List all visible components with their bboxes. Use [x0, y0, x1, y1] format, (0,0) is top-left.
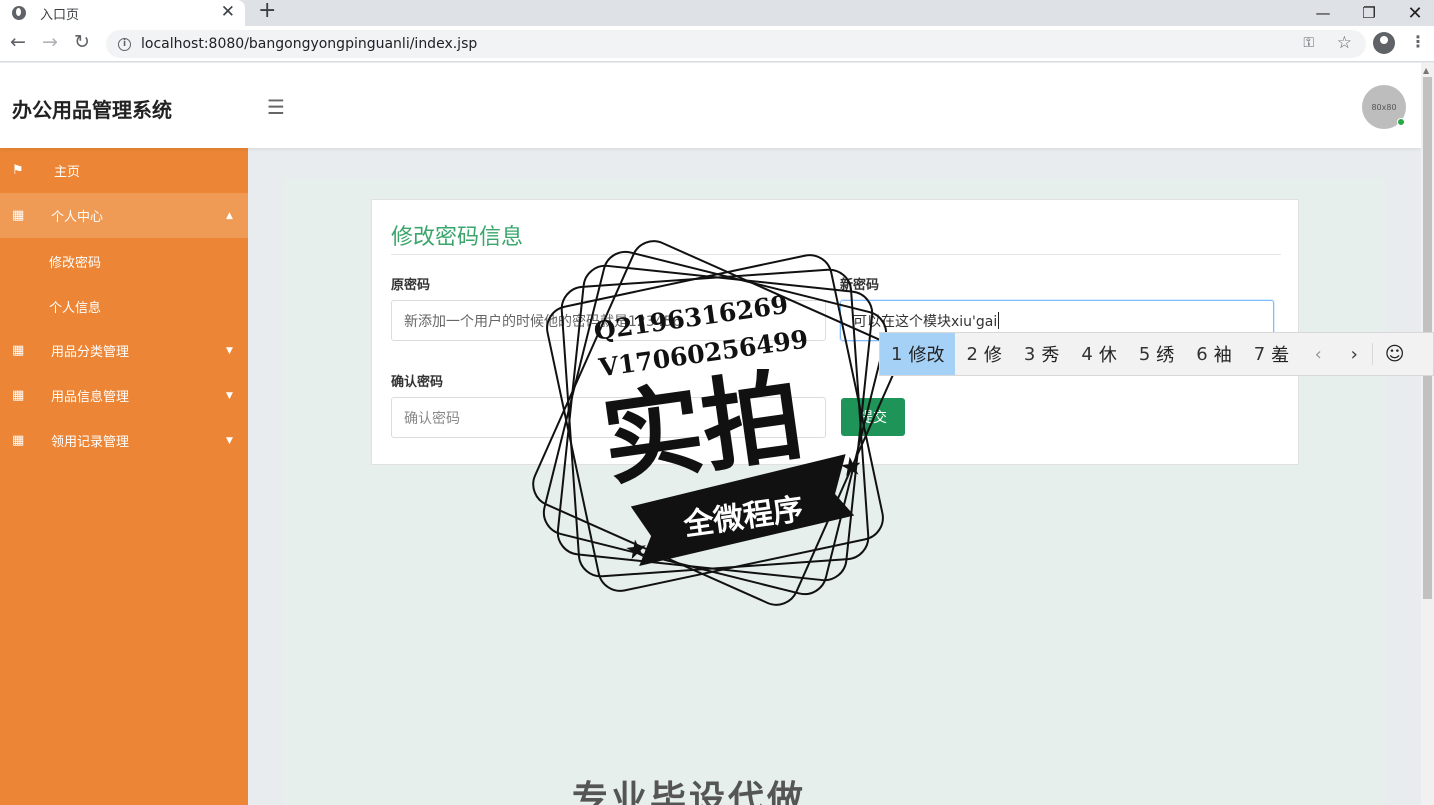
globe-icon — [12, 6, 26, 20]
address-bar: ← → ↻ i localhost:8080/bangongyongpingua… — [0, 26, 1434, 62]
old-password-input[interactable]: 新添加一个用户的时候他的密码就是123456 — [391, 300, 826, 341]
bookmark-star-icon[interactable]: ☆ — [1337, 33, 1352, 53]
ime-candidate[interactable]: 4休 — [1070, 333, 1127, 375]
divider — [391, 254, 1281, 255]
submit-button[interactable]: 提交 — [841, 398, 905, 436]
top-navbar: 办公用品管理系统 ☰ 80x80 — [0, 63, 1421, 148]
ime-candidate-bar: 1 修改 2修 3秀 4休 5绣 6袖 7羞 ‹ › ☺ — [879, 332, 1434, 376]
back-icon[interactable]: ← — [10, 31, 26, 53]
ime-candidate-number: 4 — [1081, 343, 1093, 365]
ime-candidate-number: 2 — [966, 343, 978, 365]
info-icon[interactable]: i — [118, 37, 131, 51]
ime-candidate-text: 羞 — [1271, 345, 1290, 366]
chevron-up-icon: ▲ — [226, 210, 233, 221]
sidebar-item-label: 用品分类管理 — [51, 345, 130, 360]
url-input[interactable]: i localhost:8080/bangongyongpinguanli/in… — [106, 30, 1366, 58]
ime-candidate-text: 秀 — [1041, 345, 1060, 366]
ime-candidate[interactable]: 7羞 — [1243, 333, 1300, 375]
confirm-password-label: 确认密码 — [391, 375, 444, 390]
browser-menu-icon[interactable]: ⋮ — [1410, 32, 1426, 51]
sidebar-subitem-personal-info[interactable]: 个人信息 — [49, 297, 101, 316]
page: 办公用品管理系统 ☰ 80x80 ⚑ 主页 ▦ 个人中心 ▲ 修改密码 个人信息… — [0, 63, 1421, 805]
tab-title: 入口页 — [40, 7, 80, 23]
close-window-icon[interactable]: ✕ — [1392, 0, 1434, 26]
confirm-password-input[interactable]: 确认密码 — [391, 397, 826, 438]
ime-candidate-number: 3 — [1023, 343, 1036, 365]
hamburger-menu-icon[interactable]: ☰ — [267, 95, 285, 119]
text-caret — [998, 312, 1000, 329]
sidebar-item-label: 主页 — [54, 165, 81, 180]
sidebar: ⚑ 主页 ▦ 个人中心 ▲ 修改密码 个人信息 ▦ 用品分类管理 ▼ ▦ 用品信… — [0, 148, 248, 805]
ime-candidate-number: 6 — [1196, 343, 1208, 365]
ime-candidate[interactable]: 6袖 — [1185, 333, 1242, 375]
scroll-up-icon[interactable]: ▲ — [1423, 66, 1429, 75]
ime-candidate[interactable]: 5绣 — [1128, 333, 1185, 375]
online-status-dot — [1397, 118, 1405, 126]
sidebar-item-supplies-mgmt[interactable]: ▦ 用品信息管理 ▼ — [0, 373, 248, 418]
ime-candidate[interactable]: 3秀 — [1013, 333, 1070, 375]
watermark-bottom: 专业毕设代做 — [572, 779, 807, 805]
sidebar-item-label: 用品信息管理 — [51, 390, 130, 405]
close-tab-icon[interactable]: ✕ — [221, 2, 235, 22]
flag-icon: ⚑ — [12, 163, 24, 178]
sidebar-item-personal-center[interactable]: ▦ 个人中心 ▲ — [0, 193, 248, 238]
browser-tab-bar: 入口页 ✕ + — ❐ ✕ — [0, 0, 1434, 26]
chevron-down-icon: ▼ — [226, 435, 233, 446]
chevron-down-icon: ▼ — [226, 390, 233, 401]
key-icon[interactable]: ⚿ — [1303, 35, 1314, 51]
card-title: 修改密码信息 — [391, 225, 524, 250]
url-text: localhost:8080/bangongyongpinguanli/inde… — [141, 36, 478, 52]
grid-icon: ▦ — [12, 343, 25, 358]
sidebar-subitem-change-password[interactable]: 修改密码 — [49, 252, 101, 271]
ime-candidate[interactable]: 2修 — [955, 333, 1012, 375]
sidebar-item-label: 个人中心 — [51, 210, 104, 225]
ime-candidate-number: 7 — [1253, 343, 1266, 365]
reload-icon[interactable]: ↻ — [74, 31, 90, 53]
new-tab-icon[interactable]: + — [258, 0, 276, 23]
brand-title: 办公用品管理系统 — [12, 98, 172, 122]
ime-candidate-number: 5 — [1138, 343, 1151, 365]
old-password-label: 原密码 — [391, 278, 431, 293]
restore-icon[interactable]: ❐ — [1346, 0, 1392, 26]
ime-candidate-text: 修改 — [908, 345, 945, 366]
sidebar-item-records-mgmt[interactable]: ▦ 领用记录管理 ▼ — [0, 418, 248, 463]
ime-candidate[interactable]: 1 修改 — [880, 333, 956, 375]
old-password-value: 新添加一个用户的时候他的密码就是123456 — [404, 313, 682, 330]
browser-tab[interactable]: 入口页 ✕ — [0, 0, 245, 26]
new-password-label: 新密码 — [840, 278, 880, 293]
ime-prev-icon[interactable]: ‹ — [1300, 344, 1336, 365]
ime-candidate-text: 袖 — [1213, 345, 1232, 366]
minimize-icon[interactable]: — — [1300, 0, 1346, 26]
sidebar-item-home[interactable]: ⚑ 主页 — [0, 148, 248, 193]
new-password-value: 可以在这个模块xiu'gai — [853, 313, 998, 330]
avatar-text: 80x80 — [1371, 102, 1397, 112]
page-scrollbar[interactable]: ▲ — [1421, 63, 1434, 805]
sidebar-item-category-mgmt[interactable]: ▦ 用品分类管理 ▼ — [0, 328, 248, 373]
ime-candidate-text: 休 — [1098, 345, 1117, 366]
ime-candidate-text: 绣 — [1156, 345, 1175, 366]
sidebar-item-label: 领用记录管理 — [51, 435, 130, 450]
emoji-icon[interactable]: ☺ — [1372, 343, 1416, 365]
confirm-password-placeholder: 确认密码 — [404, 410, 460, 427]
grid-icon: ▦ — [12, 388, 25, 403]
grid-icon: ▦ — [12, 433, 25, 448]
grid-icon: ▦ — [12, 208, 25, 223]
forward-icon[interactable]: → — [42, 31, 58, 53]
chevron-down-icon: ▼ — [226, 345, 233, 356]
ime-next-icon[interactable]: › — [1336, 344, 1372, 365]
ime-candidate-text: 修 — [983, 345, 1002, 366]
profile-icon[interactable] — [1373, 32, 1395, 54]
ime-candidate-number: 1 — [891, 343, 903, 365]
